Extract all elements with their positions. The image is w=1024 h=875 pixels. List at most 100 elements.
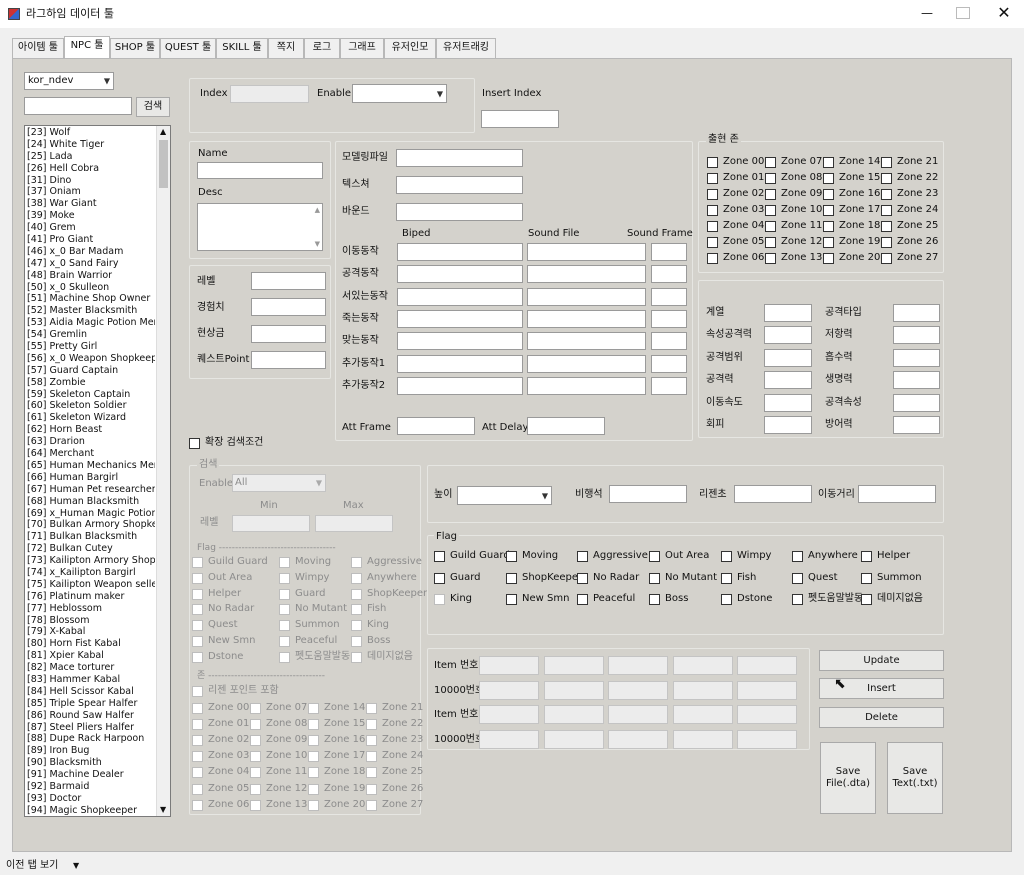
zone-checkbox[interactable]	[881, 173, 892, 184]
item-field[interactable]	[479, 729, 539, 749]
tab-item-tool[interactable]: 아이템 툴	[12, 38, 64, 58]
item-field[interactable]	[479, 656, 539, 675]
list-item[interactable]: [87] Steel Pliers Halfer	[25, 722, 155, 734]
tab-shop-tool[interactable]: SHOP 툴	[110, 38, 160, 58]
zone-checkbox[interactable]	[192, 735, 203, 747]
list-item[interactable]: [56] x_0 Weapon Shopkeepe	[25, 353, 155, 365]
tab-npc-tool[interactable]: NPC 툴	[64, 36, 110, 58]
list-item[interactable]: [92] Barmaid	[25, 781, 155, 793]
list-item[interactable]: [54] Gremlin	[25, 329, 155, 341]
biped-field[interactable]	[397, 287, 523, 306]
attr-field-left[interactable]	[764, 326, 812, 345]
ext-flag-checkbox[interactable]	[279, 636, 290, 647]
list-item[interactable]: [39] Moke	[25, 210, 155, 222]
index-field[interactable]	[230, 85, 309, 103]
ext-flag-checkbox[interactable]	[192, 604, 203, 616]
name-field[interactable]	[197, 162, 323, 179]
list-item[interactable]: [73] Kailipton Armory Shopkee	[25, 555, 155, 567]
zone-checkbox[interactable]	[707, 173, 718, 184]
tab-quest-tool[interactable]: QUEST 툴	[160, 38, 216, 58]
tab-user-info[interactable]: 유저인모	[384, 38, 436, 58]
model-file-field[interactable]	[396, 149, 523, 167]
list-scrollbar[interactable]: ▲ ▼	[156, 126, 170, 816]
flag-checkbox[interactable]	[721, 594, 732, 605]
zone-checkbox[interactable]	[881, 237, 892, 248]
list-item[interactable]: [47] x_0 Sand Fairy	[25, 258, 155, 270]
list-item[interactable]: [86] Round Saw Halfer	[25, 710, 155, 722]
list-item[interactable]: [93] Doctor	[25, 793, 155, 805]
list-item[interactable]: [84] Hell Scissor Kabal	[25, 686, 155, 698]
biped-field[interactable]	[397, 332, 523, 351]
zone-checkbox[interactable]	[823, 189, 834, 200]
item-field[interactable]	[543, 656, 604, 675]
item-field[interactable]	[543, 680, 604, 700]
biped-field[interactable]	[397, 354, 523, 373]
sound-frame-field[interactable]	[651, 243, 687, 261]
height-select[interactable]: ▼	[457, 486, 552, 505]
list-item[interactable]: [75] Kailipton Weapon seller	[25, 579, 155, 591]
save-text-button[interactable]: Save Text(.txt)	[887, 742, 943, 814]
zone-checkbox[interactable]	[192, 799, 203, 811]
list-item[interactable]: [65] Human Mechanics Merch	[25, 460, 155, 472]
attr-field-left[interactable]	[764, 348, 812, 367]
item-field[interactable]	[737, 729, 797, 749]
item-field[interactable]	[737, 680, 797, 700]
fly-stone-field[interactable]	[609, 485, 687, 503]
list-item[interactable]: [76] Platinum maker	[25, 591, 155, 603]
zone-checkbox[interactable]	[765, 189, 776, 200]
list-item[interactable]: [74] x_Kailipton Bargirl	[25, 567, 155, 579]
ext-flag-checkbox[interactable]	[279, 651, 290, 663]
zone-checkbox[interactable]	[250, 735, 261, 747]
bounty-field[interactable]	[251, 325, 326, 343]
ext-flag-checkbox[interactable]	[279, 620, 290, 632]
list-item[interactable]: [23] Wolf	[25, 127, 155, 139]
ext-flag-checkbox[interactable]	[192, 588, 203, 600]
attr-field-left[interactable]	[764, 304, 812, 322]
item-field[interactable]	[737, 705, 797, 724]
list-item[interactable]: [40] Grem	[25, 222, 155, 234]
zone-checkbox[interactable]	[308, 719, 319, 731]
flag-checkbox[interactable]	[506, 594, 517, 605]
item-field[interactable]	[608, 729, 668, 749]
zone-checkbox[interactable]	[366, 735, 377, 747]
list-item[interactable]: [89] Iron Bug	[25, 745, 155, 757]
zone-checkbox[interactable]	[765, 237, 776, 248]
list-item[interactable]: [72] Bulkan Cutey	[25, 543, 155, 555]
attr-field-right[interactable]	[893, 371, 940, 390]
minimize-icon[interactable]: —	[912, 6, 942, 22]
sound-file-field[interactable]	[527, 287, 646, 306]
ext-enable-select[interactable]: All ▼	[232, 474, 326, 492]
list-item[interactable]: [67] Human Pet researcher	[25, 484, 155, 496]
level-min-field[interactable]	[232, 515, 310, 532]
zone-checkbox[interactable]	[765, 205, 776, 216]
zone-checkbox[interactable]	[823, 205, 834, 216]
ext-flag-checkbox[interactable]	[351, 636, 362, 647]
list-item[interactable]: [77] Heblossom	[25, 603, 155, 615]
sound-file-field[interactable]	[527, 265, 646, 284]
list-item[interactable]: [81] Xpier Kabal	[25, 650, 155, 662]
item-field[interactable]	[672, 705, 733, 724]
zone-checkbox[interactable]	[823, 237, 834, 248]
tab-log[interactable]: 로그	[304, 38, 340, 58]
list-item[interactable]: [64] Merchant	[25, 448, 155, 460]
list-item[interactable]: [52] Master Blacksmith	[25, 305, 155, 317]
flag-checkbox[interactable]	[792, 572, 803, 584]
list-item[interactable]: [31] Dino	[25, 175, 155, 187]
zone-checkbox[interactable]	[765, 221, 776, 232]
zone-checkbox[interactable]	[366, 783, 377, 795]
list-item[interactable]: [94] Magic Shopkeeper	[25, 805, 155, 816]
zone-checkbox[interactable]	[366, 703, 377, 714]
list-item[interactable]: [80] Horn Fist Kabal	[25, 638, 155, 650]
ext-flag-checkbox[interactable]	[279, 604, 290, 616]
zone-checkbox[interactable]	[707, 253, 718, 264]
ext-flag-checkbox[interactable]	[351, 588, 362, 600]
biped-field[interactable]	[397, 243, 523, 261]
attr-field-right[interactable]	[893, 416, 940, 434]
zone-checkbox[interactable]	[192, 719, 203, 731]
level-max-field[interactable]	[315, 515, 393, 532]
list-item[interactable]: [88] Dupe Rack Harpoon	[25, 733, 155, 745]
ext-flag-checkbox[interactable]	[351, 620, 362, 632]
list-item[interactable]: [66] Human Bargirl	[25, 472, 155, 484]
maximize-icon[interactable]	[956, 7, 970, 19]
list-item[interactable]: [38] War Giant	[25, 198, 155, 210]
